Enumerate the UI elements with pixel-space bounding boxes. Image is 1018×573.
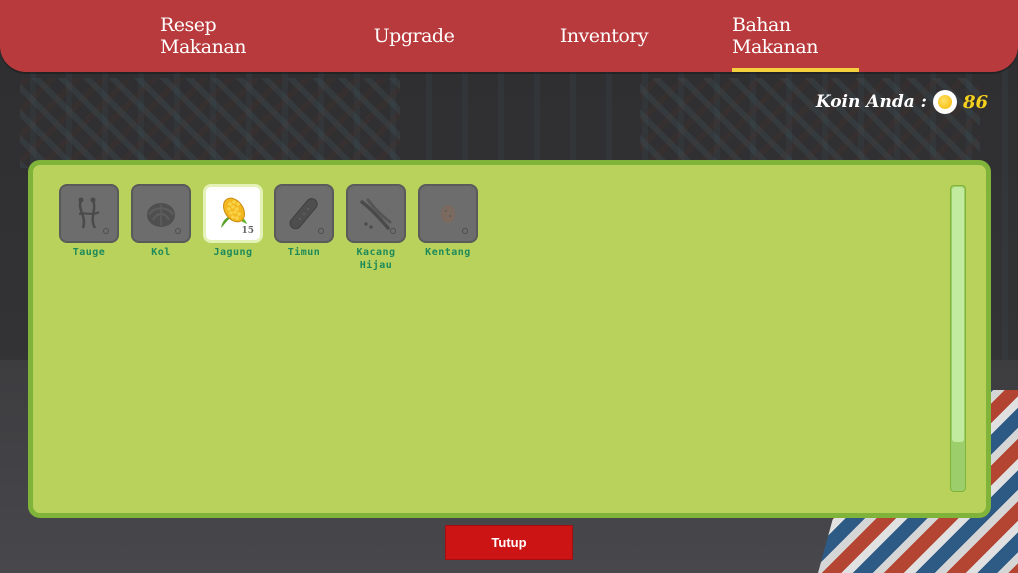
ingredient-count: 15	[241, 226, 254, 236]
tab-label: Inventory	[559, 25, 649, 47]
coin-value: 86	[962, 91, 988, 113]
ingredient-label: Kentang	[425, 247, 471, 258]
tab-upgrade[interactable]: Upgrade	[370, 0, 458, 72]
ingredient-item-kentang[interactable]: Kentang	[418, 184, 478, 259]
bean-sprout-icon	[78, 197, 100, 229]
tab-bar: Resep Makanan Upgrade Inventory Bahan Ma…	[0, 0, 1018, 72]
panel-scrollbar[interactable]	[950, 185, 966, 492]
ingredient-label: Kacang Hijau	[356, 247, 396, 271]
active-tab-indicator	[732, 68, 859, 72]
tab-bahan-makanan[interactable]: Bahan Makanan	[732, 0, 859, 72]
coin-icon	[932, 90, 957, 114]
cucumber-icon	[289, 197, 318, 229]
tab-label: Upgrade	[373, 25, 455, 47]
potato-icon	[441, 204, 455, 223]
ingredient-label: Kol	[151, 247, 171, 258]
cabbage-icon	[147, 202, 175, 227]
tab-resep-makanan[interactable]: Resep Makanan	[160, 0, 286, 72]
ingredient-slot[interactable]	[346, 184, 406, 243]
ingredient-slot[interactable]: 15	[203, 184, 263, 243]
scrollbar-thumb[interactable]	[952, 187, 964, 442]
ingredient-item-kacang-hijau[interactable]: Kacang Hijau	[346, 184, 406, 272]
ingredient-label: Jagung	[213, 247, 253, 258]
ingredient-slot[interactable]	[59, 184, 119, 243]
ingredient-slot[interactable]	[418, 184, 478, 243]
ingredient-slot[interactable]	[274, 184, 334, 243]
ingredient-label: Tauge	[72, 247, 106, 258]
ingredient-label: Timun	[287, 247, 321, 258]
background-wall-pattern	[20, 78, 400, 168]
ingredient-item-timun[interactable]: Timun	[274, 184, 334, 259]
ingredient-slot[interactable]	[131, 184, 191, 243]
ingredient-item-tauge[interactable]: Tauge	[59, 184, 119, 259]
coin-label: Koin Anda :	[815, 92, 927, 112]
tab-label: Bahan Makanan	[732, 14, 818, 58]
ingredient-item-kol[interactable]: Kol	[131, 184, 191, 259]
ingredient-item-jagung[interactable]: 15 Jagung	[203, 184, 263, 259]
tab-label: Resep Makanan	[160, 14, 246, 58]
close-button[interactable]: Tutup	[445, 525, 573, 560]
tab-inventory[interactable]: Inventory	[558, 0, 650, 72]
green-bean-icon	[360, 198, 392, 230]
coin-balance: Koin Anda : 86	[816, 88, 988, 116]
